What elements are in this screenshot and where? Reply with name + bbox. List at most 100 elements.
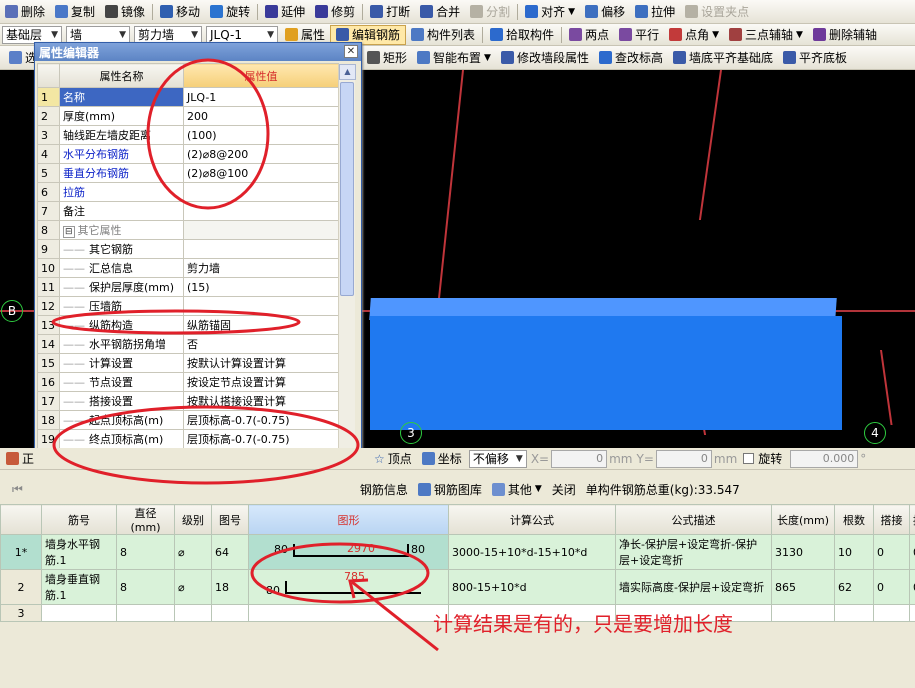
property-value-cell[interactable]: 剪力墙: [183, 258, 339, 278]
toolbar2-button-2[interactable]: 构件列表: [406, 25, 480, 45]
toolbar3-button-1[interactable]: 智能布置 ▼: [412, 48, 496, 68]
rebar-cell-desc[interactable]: 墙实际高度-保护层+设定弯折: [615, 569, 772, 605]
toolbar1-button-3[interactable]: 移动: [155, 2, 205, 22]
expand-toggle-icon[interactable]: ⊟: [63, 226, 75, 238]
property-value-cell[interactable]: 层顶标高-0.7(-0.75): [183, 429, 339, 449]
rebar-row[interactable]: 1* 墙身水平钢筋.1 8 ⌀ 64 80 2970 80 3000-15+10*d-15+10…: [0, 534, 915, 570]
rebar-cell-count[interactable]: 10: [834, 534, 874, 570]
property-row[interactable]: 6 拉筋: [37, 182, 339, 202]
close-button[interactable]: ✕: [344, 45, 358, 58]
toolbar1-button-9[interactable]: 分割: [465, 2, 515, 22]
property-row[interactable]: 15 —— 计算设置 按默认计算设置计算: [37, 353, 339, 373]
rebar-cell-fig[interactable]: 18: [211, 569, 249, 605]
toolbar2-button-8[interactable]: 删除辅轴: [808, 25, 882, 45]
property-value-cell[interactable]: 按默认搭接设置计算: [183, 391, 339, 411]
rebar-cell-lap[interactable]: 0: [873, 534, 910, 570]
rebar-cell-formula[interactable]: 3000-15+10*d-15+10*d: [448, 534, 616, 570]
rebar-shape-cell[interactable]: [248, 604, 449, 622]
property-value-cell[interactable]: [183, 239, 339, 259]
rebar-cell-fig[interactable]: [211, 604, 249, 622]
rebar-cell-code[interactable]: 墙身水平钢筋.1: [41, 534, 117, 570]
toolbar1-button-13[interactable]: 设置夹点: [680, 2, 754, 22]
rebar-cell-formula[interactable]: 800-15+10*d: [448, 569, 616, 605]
toolbar3-button-0[interactable]: 矩形: [362, 48, 412, 68]
rebar-shape-cell[interactable]: 80 785: [248, 569, 449, 605]
property-row[interactable]: 14 —— 水平钢筋拐角增 否: [37, 334, 339, 354]
toolbar3-button-5[interactable]: 平齐底板: [778, 48, 852, 68]
rebar-cell-diameter[interactable]: 8: [116, 569, 175, 605]
property-row[interactable]: 13 —— 纵筋构造 纵筋锚固: [37, 315, 339, 335]
rebar-cell-length[interactable]: [771, 604, 835, 622]
rotate-input[interactable]: 0.000: [790, 449, 859, 468]
toolbar3-button-2[interactable]: 修改墙段属性: [496, 48, 594, 68]
rebar-cell-code[interactable]: 墙身垂直钢筋.1: [41, 569, 117, 605]
rebar-info-button[interactable]: 钢筋信息: [355, 479, 413, 499]
rebar-cell-length[interactable]: 865: [771, 569, 835, 605]
rebar-cell-grade[interactable]: ⌀: [174, 534, 212, 570]
property-value-cell[interactable]: 层顶标高-0.7(-0.75): [183, 410, 339, 430]
property-row[interactable]: 19 —— 终点顶标高(m) 层顶标高-0.7(-0.75): [37, 429, 339, 449]
rebar-cell-count[interactable]: [834, 604, 874, 622]
toolbar2-button-3[interactable]: 拾取构件: [485, 25, 559, 45]
property-value-cell[interactable]: 按默认计算设置计算: [183, 353, 339, 373]
vertical-scrollbar[interactable]: ▲ ▼: [338, 64, 356, 496]
toolbar1-button-2[interactable]: 镜像: [100, 2, 150, 22]
property-row[interactable]: 5 垂直分布钢筋 (2)⌀8@100: [37, 163, 339, 183]
scroll-up-button[interactable]: ▲: [339, 64, 356, 80]
property-value-cell[interactable]: JLQ-1: [183, 87, 339, 107]
first-record-button[interactable]: ⏮: [0, 479, 28, 499]
property-value-cell[interactable]: [183, 201, 339, 221]
toolbar1-button-10[interactable]: 对齐 ▼: [520, 2, 580, 22]
property-row[interactable]: 10 —— 汇总信息 剪力墙: [37, 258, 339, 278]
rebar-cell-lap[interactable]: 0: [873, 569, 910, 605]
toolbar1-button-0[interactable]: 删除: [0, 2, 50, 22]
y-input[interactable]: 0: [655, 449, 712, 468]
toolbar2-button-4[interactable]: 两点: [564, 25, 614, 45]
property-row[interactable]: 16 —— 节点设置 按设定节点设置计算: [37, 372, 339, 392]
rebar-cell-loss[interactable]: [909, 604, 915, 622]
rebar-cell-length[interactable]: 3130: [771, 534, 835, 570]
rebar-cell-loss[interactable]: 0: [909, 534, 915, 570]
property-row[interactable]: 12 —— 压墙筋: [37, 296, 339, 316]
vertex-button[interactable]: ☆ 顶点: [369, 449, 417, 469]
rebar-library-button[interactable]: 钢筋图库: [413, 479, 487, 499]
rebar-cell-grade[interactable]: [174, 604, 212, 622]
property-row[interactable]: 1 名称 JLQ-1: [37, 87, 339, 107]
toolbar1-button-12[interactable]: 拉伸: [630, 2, 680, 22]
property-row[interactable]: 11 —— 保护层厚度(mm) (15): [37, 277, 339, 297]
x-input[interactable]: 0: [551, 449, 608, 468]
coordinate-button[interactable]: 坐标: [417, 449, 467, 469]
rotate-checkbox[interactable]: [743, 453, 755, 464]
element-select[interactable]: JLQ-1 ▼: [206, 25, 278, 44]
category-select[interactable]: 墙 ▼: [66, 25, 130, 44]
toolbar2-button-6[interactable]: 点角 ▼: [664, 25, 724, 45]
property-value-cell[interactable]: (15): [183, 277, 339, 297]
toolbar2-button-5[interactable]: 平行: [614, 25, 664, 45]
property-row[interactable]: 7 备注: [37, 201, 339, 221]
property-value-cell[interactable]: (100): [183, 125, 339, 145]
toolbar1-button-11[interactable]: 偏移: [580, 2, 630, 22]
toolbar3-button-3[interactable]: 查改标高: [594, 48, 668, 68]
property-row[interactable]: 17 —— 搭接设置 按默认搭接设置计算: [37, 391, 339, 411]
toolbar1-button-1[interactable]: 复制: [50, 2, 100, 22]
rebar-cell-grade[interactable]: ⌀: [174, 569, 212, 605]
rebar-cell-code[interactable]: [41, 604, 117, 622]
property-value-cell[interactable]: 纵筋锚固: [183, 315, 339, 335]
rebar-cell-count[interactable]: 62: [834, 569, 874, 605]
rebar-cell-fig[interactable]: 64: [211, 534, 249, 570]
rebar-cell-diameter[interactable]: 8: [116, 534, 175, 570]
toolbar1-button-4[interactable]: 旋转: [205, 2, 255, 22]
property-value-cell[interactable]: [183, 296, 339, 316]
toolbar3-button-4[interactable]: 墙底平齐基础底: [668, 48, 778, 68]
ortho-button[interactable]: 正: [0, 449, 39, 469]
property-value-cell[interactable]: [183, 182, 339, 202]
rebar-cell-loss[interactable]: 0: [909, 569, 915, 605]
property-value-cell[interactable]: [183, 220, 339, 240]
property-value-cell[interactable]: (2)⌀8@100: [183, 163, 339, 183]
other-button[interactable]: 其他 ▼: [487, 479, 547, 499]
toolbar1-button-8[interactable]: 合并: [415, 2, 465, 22]
rebar-row[interactable]: 2 墙身垂直钢筋.1 8 ⌀ 18 80 785 800-15+10*d 墙实际高度-保护层+设…: [0, 569, 915, 605]
property-value-cell[interactable]: 否: [183, 334, 339, 354]
wall-front-face[interactable]: [370, 316, 842, 430]
rebar-cell-diameter[interactable]: [116, 604, 175, 622]
